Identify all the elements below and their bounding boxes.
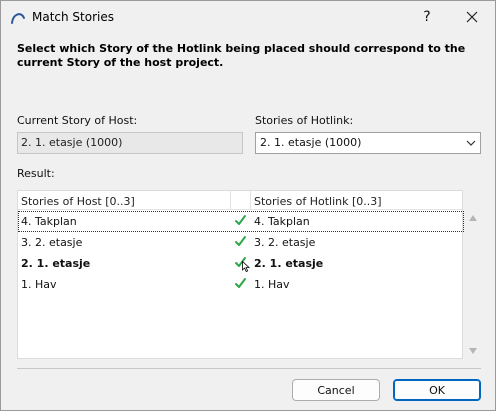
scroll-up-arrow-icon[interactable] [468, 214, 478, 222]
instruction-text: Select which Story of the Hotlink being … [17, 42, 466, 69]
column-divider [230, 191, 231, 210]
window-title: Match Stories [32, 10, 114, 24]
column-divider [250, 191, 251, 210]
host-story-cell: 2. 1. etasje [21, 257, 91, 270]
hotlink-story-cell: 1. Hav [254, 278, 290, 291]
footer-divider [17, 368, 481, 369]
checkmark-icon [235, 236, 246, 246]
host-story-cell: 4. Takplan [21, 215, 77, 228]
chevron-down-icon [466, 140, 476, 146]
hotlink-stories-select[interactable]: 2. 1. etasje (1000) [255, 132, 481, 154]
current-story-field: 2. 1. etasje (1000) [17, 132, 243, 154]
hotlink-story-cell: 3. 2. etasje [254, 236, 316, 249]
help-button[interactable]: ? [405, 1, 449, 33]
ok-button[interactable]: OK [393, 379, 481, 401]
archicad-arc-icon [11, 13, 25, 24]
match-stories-dialog: Match Stories ? Select which Story of th… [0, 0, 496, 411]
close-button[interactable] [450, 1, 494, 33]
result-label: Result: [17, 167, 55, 180]
scroll-down-arrow-icon[interactable] [468, 347, 478, 355]
checkmark-icon [235, 278, 246, 288]
cancel-button[interactable]: Cancel [292, 379, 380, 401]
title-bar[interactable]: Match Stories ? [1, 1, 495, 33]
result-table[interactable]: Stories of Host [0..3] Stories of Hotlin… [17, 190, 464, 359]
table-row[interactable]: 1. Hav 1. Hav [18, 274, 464, 295]
column-header-host[interactable]: Stories of Host [0..3] [21, 195, 135, 208]
table-rows: 4. Takplan 4. Takplan 3. 2. etasje 3. 2.… [18, 211, 464, 295]
hotlink-stories-label: Stories of Hotlink: [255, 114, 354, 127]
hotlink-selected-value: 2. 1. etasje (1000) [260, 136, 362, 149]
table-header: Stories of Host [0..3] Stories of Hotlin… [18, 191, 462, 210]
host-story-cell: 1. Hav [21, 278, 57, 291]
hotlink-story-cell: 2. 1. etasje [254, 257, 324, 270]
close-icon [466, 11, 478, 23]
current-story-label: Current Story of Host: [17, 114, 138, 127]
checkmark-icon [235, 215, 246, 225]
mouse-cursor-icon [242, 261, 250, 272]
hotlink-story-cell: 4. Takplan [254, 215, 310, 228]
column-header-hotlink[interactable]: Stories of Hotlink [0..3] [254, 195, 382, 208]
table-row[interactable]: 3. 2. etasje 3. 2. etasje [18, 232, 464, 253]
table-row[interactable]: 4. Takplan 4. Takplan [18, 211, 464, 232]
table-row[interactable]: 2. 1. etasje 2. 1. etasje [18, 253, 464, 274]
host-story-cell: 3. 2. etasje [21, 236, 83, 249]
